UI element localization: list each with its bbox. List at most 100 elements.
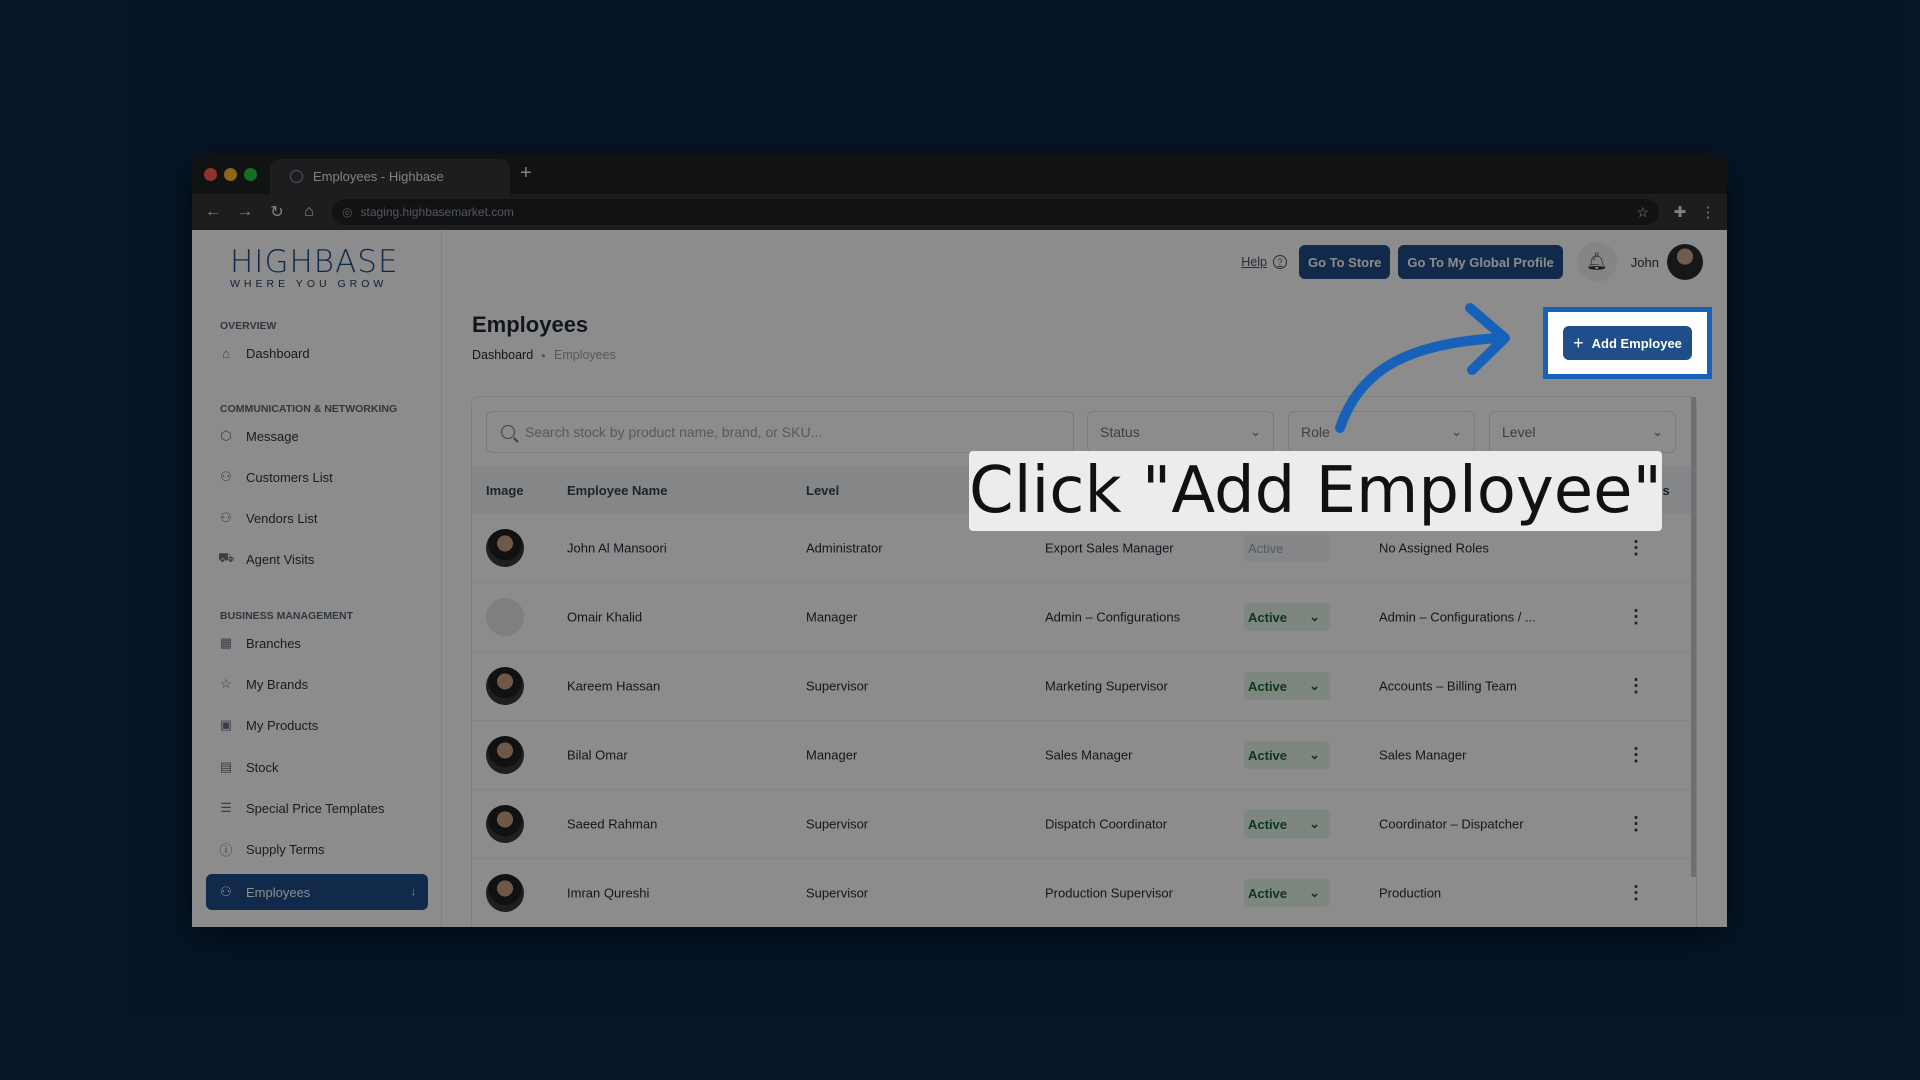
employee-level: Supervisor: [806, 678, 869, 694]
sidebar-item-label: Agent Visits: [246, 551, 315, 567]
more-actions-icon[interactable]: ⋮: [1627, 814, 1645, 835]
employee-position: Production Supervisor: [1045, 885, 1173, 901]
employee-name: Omair Khalid: [567, 609, 643, 625]
close-window-button[interactable]: [204, 168, 217, 181]
extensions-icon[interactable]: ✚: [1669, 203, 1691, 221]
scrollbar[interactable]: [1691, 397, 1696, 877]
box-icon: ▣: [219, 717, 233, 732]
sidebar-item-my-products[interactable]: ▣ My Products: [206, 708, 428, 742]
employee-avatar: [486, 598, 524, 636]
table-row[interactable]: Kareem Hassan Supervisor Marketing Supervi…: [472, 652, 1696, 721]
global-profile-button[interactable]: Go To My Global Profile: [1398, 245, 1563, 279]
chevron-down-icon: ⌄: [1309, 816, 1320, 831]
sidebar-item-label: Dashboard: [246, 345, 310, 361]
table-row[interactable]: Imran Qureshi Supervisor Production Superv…: [472, 859, 1696, 927]
table-row[interactable]: Bilal Omar Manager Sales Manager Active ⌄ Sal…: [472, 721, 1696, 790]
bell-icon[interactable]: 🔔︎: [1576, 242, 1617, 282]
top-header: Help ? Go To Store Go To My Global Profi…: [1241, 242, 1703, 282]
status-filter-select[interactable]: Status ⌄: [1087, 411, 1274, 453]
sidebar-item-label: Supply Terms: [246, 841, 325, 857]
table-row[interactable]: Omair Khalid Manager Admin – Configuration…: [472, 583, 1696, 652]
column-level: Level: [806, 482, 840, 498]
more-actions-icon[interactable]: ⋮: [1627, 676, 1645, 697]
employee-position: Sales Manager: [1045, 747, 1133, 763]
site-info-icon[interactable]: ◎: [342, 205, 352, 219]
status-badge[interactable]: Active ⌄: [1244, 741, 1330, 769]
employee-avatar: [486, 874, 524, 912]
sidebar-item-label: My Products: [246, 717, 319, 733]
more-actions-icon[interactable]: ⋮: [1627, 538, 1645, 559]
star-icon: ☆: [220, 676, 232, 691]
back-icon[interactable]: ←: [200, 199, 226, 225]
sidebar-item-customers-list[interactable]: ⚇ Customers List: [206, 460, 428, 494]
status-badge[interactable]: Active ⌄: [1244, 810, 1330, 838]
sidebar-item-my-brands[interactable]: ☆ My Brands: [206, 667, 428, 701]
employee-roles: Admin – Configurations / ...: [1379, 609, 1536, 625]
user-name[interactable]: John: [1631, 255, 1659, 270]
address-bar[interactable]: ◎ staging.highbasemarket.com ☆: [332, 199, 1659, 225]
url-text: staging.highbasemarket.com: [360, 205, 514, 219]
more-actions-icon[interactable]: ⋮: [1627, 607, 1645, 628]
more-actions-icon[interactable]: ⋮: [1627, 883, 1645, 904]
sidebar-item-branches[interactable]: ▦ Branches: [206, 626, 428, 660]
tutorial-caption: Click "Add Employee": [969, 451, 1662, 531]
reload-icon[interactable]: ↻: [264, 199, 290, 225]
sidebar-item-employees[interactable]: ⚇ Employees ↓: [206, 874, 428, 910]
forward-icon[interactable]: →: [232, 199, 258, 225]
sidebar-item-message[interactable]: ⬡ Message: [206, 419, 428, 453]
employee-name: Bilal Omar: [567, 747, 628, 763]
sidebar-item-label: Branches: [246, 635, 301, 651]
employee-avatar: [486, 736, 524, 774]
employee-position: Marketing Supervisor: [1045, 678, 1168, 694]
status-label: Active: [1248, 885, 1288, 901]
help-link[interactable]: Help ?: [1241, 255, 1287, 269]
employee-position: Admin – Configurations: [1045, 609, 1181, 625]
sidebar-item-vendors-list[interactable]: ⚇ Vendors List: [206, 501, 428, 535]
sidebar-item-supply-terms[interactable]: ⓘ Supply Terms: [206, 832, 428, 866]
employee-avatar: [486, 529, 524, 567]
sidebar-item-special-price-templates[interactable]: ☰ Special Price Templates: [206, 791, 428, 825]
sidebar-item-stock[interactable]: ▤ Stock: [206, 750, 428, 784]
employee-avatar: [486, 667, 524, 705]
add-employee-button[interactable]: + Add Employee: [1563, 326, 1692, 360]
maximize-window-button[interactable]: [244, 168, 257, 181]
table-row[interactable]: Saeed Rahman Supervisor Dispatch Coordinat…: [472, 790, 1696, 859]
chevron-down-icon: ⌄: [1652, 424, 1663, 439]
status-badge[interactable]: Active ⌄: [1244, 879, 1330, 907]
sidebar-item-dashboard[interactable]: ⌂ Dashboard: [206, 336, 428, 370]
browser-tab[interactable]: Employees - Highbase: [270, 159, 510, 194]
breadcrumb: Dashboard ● Employees: [472, 348, 616, 362]
employee-name: Kareem Hassan: [567, 678, 661, 694]
sidebar-item-agent-visits[interactable]: ⛟ Agent Visits: [206, 542, 428, 576]
chevron-down-icon: ⌄: [1309, 678, 1320, 693]
more-actions-icon[interactable]: ⋮: [1627, 745, 1645, 766]
employee-roles: Coordinator – Dispatcher: [1379, 816, 1524, 832]
employee-position: Export Sales Manager: [1045, 540, 1174, 556]
status-badge[interactable]: Active ⌄: [1244, 672, 1330, 700]
status-label: Active: [1248, 678, 1288, 694]
highbase-logo[interactable]: HIGHBASE WHERE YOU GROW: [230, 244, 399, 290]
search-input[interactable]: Search stock by product name, brand, or …: [486, 411, 1074, 453]
globe-icon: [290, 170, 303, 183]
chevron-down-icon: ⌄: [1250, 424, 1261, 439]
status-badge[interactable]: Active: [1244, 534, 1330, 562]
go-to-store-button[interactable]: Go To Store: [1298, 245, 1391, 279]
bookmark-star-icon[interactable]: ☆: [1636, 204, 1649, 221]
tutorial-arrow-icon: [1335, 303, 1510, 433]
home-icon[interactable]: ⌂: [296, 199, 322, 225]
employee-position: Dispatch Coordinator: [1045, 816, 1168, 832]
chevron-down-icon: ↓: [410, 886, 417, 898]
column-image: Image: [486, 482, 524, 498]
browser-window: Employees - Highbase + ← → ↻ ⌂ ◎ staging…: [192, 154, 1727, 927]
minimize-window-button[interactable]: [224, 168, 237, 181]
section-business-management: BUSINESS MANAGEMENT: [220, 610, 354, 622]
status-label: Active: [1248, 609, 1288, 625]
employee-avatar: [486, 805, 524, 843]
archive-icon: ▤: [219, 759, 233, 774]
breadcrumb-dashboard[interactable]: Dashboard: [472, 348, 533, 362]
user-avatar[interactable]: [1667, 244, 1703, 280]
status-badge[interactable]: Active ⌄: [1244, 603, 1330, 631]
new-tab-button[interactable]: +: [520, 162, 532, 185]
info-icon: ⓘ: [219, 842, 233, 858]
browser-menu-icon[interactable]: ⋮: [1697, 203, 1719, 221]
